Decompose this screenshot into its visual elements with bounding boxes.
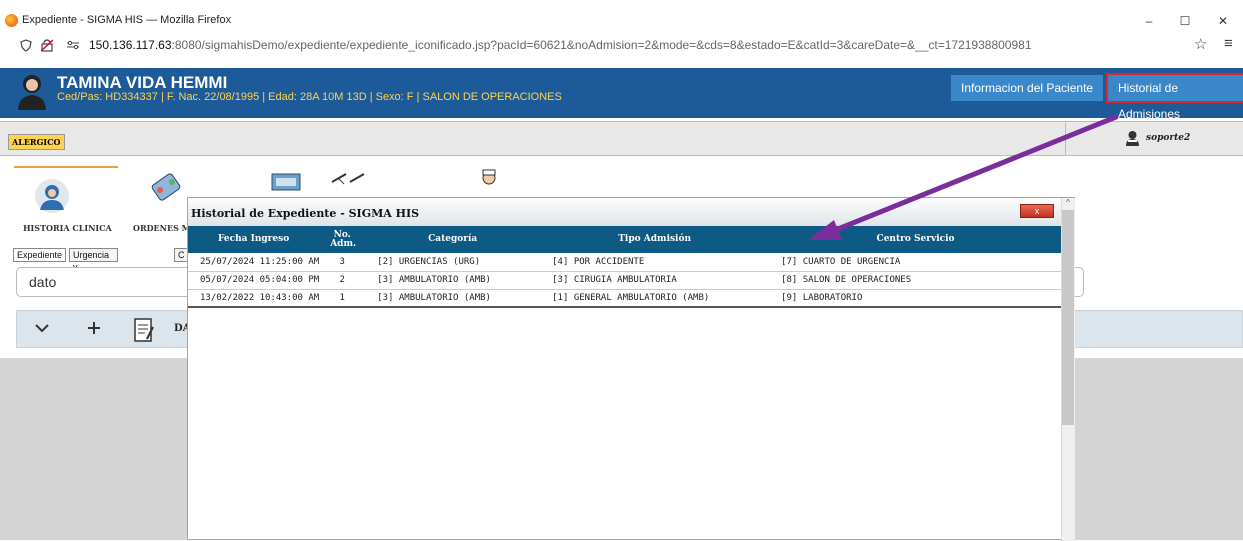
username[interactable]: soporte2	[1146, 133, 1190, 143]
window-title: Expediente - SIGMA HIS — Mozilla Firefox	[22, 14, 232, 26]
admission-table: Fecha Ingreso No. Adm. Categoría Tipo Ad…	[188, 226, 1062, 308]
column-header[interactable]: Centro Servicio	[769, 226, 1062, 253]
chevron-down-icon[interactable]	[35, 323, 49, 333]
equipment-icon[interactable]	[270, 170, 302, 194]
url-path: :8080/sigmahisDemo/expediente/expediente…	[171, 38, 1032, 52]
admission-history-dialog: Historial de Expediente - SIGMA HIS x Fe…	[187, 197, 1075, 541]
column-header[interactable]: No. Adm.	[319, 226, 366, 253]
cell-categoria: [2] URGENCIAS (URG)	[365, 253, 541, 272]
tab-urgencia-conyugue[interactable]: Urgencia y Conyugue	[69, 248, 119, 284]
shield-icon[interactable]	[20, 39, 32, 52]
cell-no-adm: 3	[319, 253, 366, 272]
cell-tipo: [4] POR ACCIDENTE	[540, 253, 770, 272]
firefox-icon	[5, 14, 18, 27]
table-header-row: Fecha Ingreso No. Adm. Categoría Tipo Ad…	[188, 226, 1062, 253]
column-header-no-adm: No. Adm.	[330, 229, 357, 249]
scrollbar-thumb[interactable]	[1062, 210, 1074, 425]
clinical-history-icon[interactable]	[34, 178, 70, 214]
dialog-title: Historial de Expediente - SIGMA HIS	[191, 207, 420, 220]
cell-fecha: 05/07/2024 05:04:00 PM	[188, 271, 320, 290]
patient-info-button[interactable]: Informacion del Paciente	[951, 75, 1104, 101]
column-header[interactable]: Categoría	[365, 226, 541, 253]
browser-titlebar: Expediente - SIGMA HIS — Mozilla Firefox…	[0, 10, 1243, 32]
cell-tipo: [3] CIRUGIA AMBULATORIA	[540, 271, 770, 290]
close-window-button[interactable]: ✕	[1208, 12, 1238, 30]
cell-categoria: [3] AMBULATORIO (AMB)	[365, 271, 541, 290]
url-bar[interactable]: 150.136.117.63:8080/sigmahisDemo/expedie…	[0, 32, 1243, 58]
dialog-titlebar[interactable]: Historial de Expediente - SIGMA HIS	[188, 198, 1074, 226]
cell-fecha: 13/02/2022 10:43:00 AM	[188, 289, 320, 308]
scroll-up-icon[interactable]: ^	[1062, 198, 1074, 208]
search-input[interactable]: dato	[16, 267, 216, 297]
tool-historia-clinica[interactable]: HISTORIA CLINICA	[23, 223, 112, 233]
patient-header: TAMINA VIDA HEMMI Ced/Pas: HD334337 | F.…	[0, 68, 1243, 121]
dialog-close-button[interactable]: x	[1020, 204, 1054, 218]
maximize-button[interactable]: ☐	[1170, 12, 1200, 30]
column-header[interactable]: Tipo Admisión	[540, 226, 770, 253]
active-module-indicator	[14, 166, 118, 168]
nurse-icon[interactable]	[480, 168, 498, 192]
insecure-lock-icon[interactable]	[41, 38, 53, 52]
allergy-badge[interactable]: ALERGICO	[8, 134, 65, 150]
allergy-bar: ALERGICO soporte2	[0, 121, 1243, 157]
table-row[interactable]: 25/07/2024 11:25:00 AM 3 [2] URGENCIAS (…	[188, 253, 1062, 272]
surgery-instruments-icon[interactable]	[330, 170, 366, 190]
cell-centro: [7] CUARTO DE URGENCIA	[769, 253, 1062, 272]
user-icon	[1126, 131, 1139, 146]
admission-history-button[interactable]: Historial de Admisiones	[1106, 73, 1243, 121]
patient-avatar-icon	[18, 75, 46, 110]
cell-no-adm: 2	[319, 271, 366, 290]
minimize-button[interactable]: –	[1134, 12, 1164, 30]
cell-centro: [8] SALON DE OPERACIONES	[769, 271, 1062, 290]
cell-tipo: [1] GENERAL AMBULATORIO (AMB)	[540, 289, 770, 308]
permissions-icon[interactable]	[66, 40, 80, 50]
document-icon[interactable]	[133, 317, 155, 343]
patient-name: TAMINA VIDA HEMMI	[57, 73, 228, 92]
url-text[interactable]: 150.136.117.63:8080/sigmahisDemo/expedie…	[89, 38, 1032, 52]
url-host: 150.136.117.63	[89, 38, 172, 52]
plus-icon[interactable]	[87, 321, 101, 335]
tool-ordenes-medicas[interactable]: ORDENES M	[133, 223, 190, 233]
patient-info: Ced/Pas: HD334337 | F. Nac. 22/08/1995 |…	[57, 91, 562, 103]
column-header[interactable]: Fecha Ingreso	[188, 226, 320, 253]
cell-centro: [9] LABORATORIO	[769, 289, 1062, 308]
tab-expediente[interactable]: Expediente	[13, 248, 67, 262]
bookmark-star-icon[interactable]: ☆	[1194, 35, 1207, 53]
table-row[interactable]: 05/07/2024 05:04:00 PM 2 [3] AMBULATORIO…	[188, 271, 1062, 290]
menu-icon[interactable]: ≡	[1224, 35, 1233, 52]
cell-no-adm: 1	[319, 289, 366, 308]
cell-fecha: 25/07/2024 11:25:00 AM	[188, 253, 320, 272]
cell-categoria: [3] AMBULATORIO (AMB)	[365, 289, 541, 308]
table-row[interactable]: 13/02/2022 10:43:00 AM 1 [3] AMBULATORIO…	[188, 289, 1062, 308]
medical-orders-icon[interactable]	[146, 170, 186, 206]
